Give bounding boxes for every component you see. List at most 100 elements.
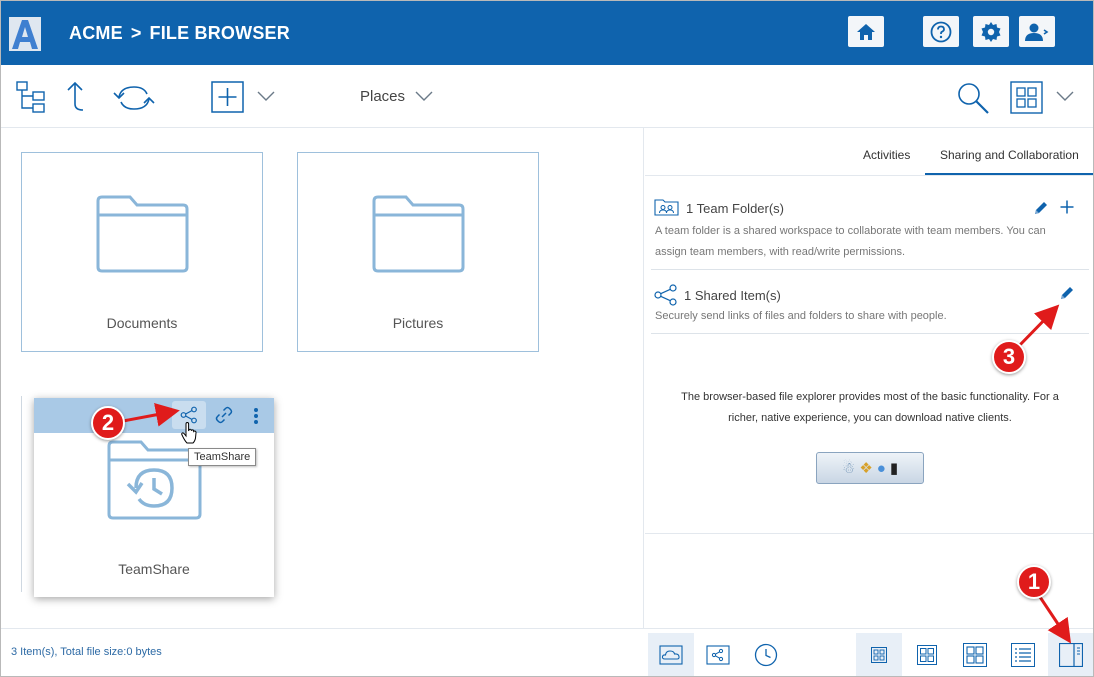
view-dropdown[interactable]: [1056, 89, 1074, 103]
chevron-down-icon: [1056, 91, 1074, 101]
section-divider: [651, 333, 1089, 334]
shared-view-button[interactable]: [695, 633, 741, 676]
places-menu[interactable]: Places: [360, 88, 405, 105]
callout-badge: 3: [992, 340, 1026, 374]
share-icon: [706, 645, 730, 665]
apple-icon[interactable]: ●: [877, 460, 886, 477]
team-folders-desc-line1: A team folder is a shared workspace to c…: [655, 225, 1046, 237]
chevron-down-icon: [415, 91, 433, 101]
medium-grid-icon: [917, 645, 937, 665]
up-arrow-icon: [67, 81, 84, 111]
add-team-folder-icon[interactable]: [1060, 200, 1074, 214]
new-item-button[interactable]: [211, 81, 244, 113]
search-icon: [958, 83, 989, 114]
search-button[interactable]: [956, 81, 990, 115]
link-icon: [215, 406, 233, 424]
panel-divider: [645, 533, 1093, 534]
small-icons-view-button[interactable]: [856, 633, 902, 676]
status-text: 3 Item(s), Total file size:0 bytes: [11, 646, 162, 658]
plus-icon: [211, 81, 244, 113]
folder-label: Pictures: [392, 315, 444, 331]
share-icon: [654, 284, 677, 306]
info-line-2: richer, native experience, you can downl…: [728, 412, 1012, 424]
edit-team-folders-icon[interactable]: [1033, 200, 1049, 216]
edit-shared-items-icon[interactable]: [1059, 285, 1075, 301]
windows-icon[interactable]: ❖: [859, 459, 872, 477]
side-panel-icon: [1059, 643, 1083, 667]
toolbar: Places: [1, 65, 1093, 128]
folder-tree-icon: [16, 81, 45, 113]
app-window: ACME > FILE BROWSER Places Documents Pic…: [0, 0, 1094, 677]
shared-items-description: Securely send links of files and folders…: [655, 310, 947, 322]
breadcrumb: ACME > FILE BROWSER: [69, 23, 290, 44]
clock-icon: [754, 643, 778, 667]
team-folders-description: A team folder is a shared workspace to c…: [655, 221, 1046, 263]
copy-link-button[interactable]: [213, 404, 235, 426]
acme-logo[interactable]: [9, 17, 41, 51]
active-tab-indicator: [925, 173, 1093, 175]
tab-activities[interactable]: Activities: [863, 148, 910, 162]
divider: [21, 396, 22, 592]
folder-card-teamshare[interactable]: TeamShare: [34, 398, 274, 597]
folder-label: TeamShare: [118, 561, 190, 577]
section-divider: [651, 269, 1089, 270]
cloud-icon: [659, 645, 683, 665]
gear-icon: [981, 21, 1001, 42]
folder-card-pictures[interactable]: Pictures: [297, 152, 539, 352]
folder-card-documents[interactable]: Documents: [21, 152, 263, 352]
large-grid-icon: [963, 643, 987, 667]
callout-badge: 2: [91, 406, 125, 440]
home-button[interactable]: [848, 16, 884, 47]
team-folders-title: 1 Team Folder(s): [686, 201, 785, 216]
breadcrumb-separator: >: [130, 23, 142, 43]
file-grid: Documents Pictures TeamShare TeamShare: [1, 128, 644, 628]
folder-tree-button[interactable]: [15, 80, 47, 114]
more-vertical-icon: [254, 408, 258, 424]
tooltip: TeamShare: [188, 448, 257, 466]
more-options-button[interactable]: [249, 406, 263, 426]
shared-items-title: 1 Shared Item(s): [684, 288, 781, 303]
toggle-info-panel-button[interactable]: [1048, 633, 1093, 676]
new-item-dropdown[interactable]: [257, 89, 275, 103]
folder-label: Documents: [106, 315, 178, 331]
medium-icons-view-button[interactable]: [904, 633, 950, 676]
recent-view-button[interactable]: [743, 633, 789, 676]
help-button[interactable]: [923, 16, 959, 47]
panel-tabs: Activities Sharing and Collaboration: [645, 128, 1093, 176]
breadcrumb-title: FILE BROWSER: [149, 23, 290, 43]
info-line-1: The browser-based file explorer provides…: [681, 391, 1059, 403]
user-account-button[interactable]: [1019, 16, 1055, 47]
native-clients-info: The browser-based file explorer provides…: [657, 387, 1083, 429]
refresh-button[interactable]: [113, 83, 155, 113]
mobile-icon[interactable]: ▮: [890, 459, 898, 477]
team-folders-desc-line2: assign team members, with read/write per…: [655, 246, 906, 258]
refresh-icon: [113, 86, 155, 110]
breadcrumb-brand[interactable]: ACME: [69, 23, 123, 43]
up-folder-button[interactable]: [63, 80, 89, 114]
small-grid-icon: [871, 647, 887, 663]
team-folder-icon: [654, 199, 679, 216]
folder-icon: [96, 195, 189, 273]
cloud-view-button[interactable]: [648, 633, 694, 676]
desktop-client-icon[interactable]: ☃: [842, 459, 855, 477]
callout-badge: 1: [1017, 565, 1051, 599]
tab-sharing-and-collaboration[interactable]: Sharing and Collaboration: [940, 148, 1079, 162]
app-header: ACME > FILE BROWSER: [1, 1, 1093, 65]
help-icon: [930, 21, 952, 42]
card-action-bar: [34, 398, 274, 433]
info-panel: Activities Sharing and Collaboration 1 T…: [645, 128, 1093, 628]
home-icon: [857, 23, 875, 40]
settings-button[interactable]: [973, 16, 1009, 47]
places-dropdown[interactable]: [415, 89, 433, 103]
native-clients-bar: ☃ ❖ ● ▮: [816, 452, 924, 484]
status-bar: 3 Item(s), Total file size:0 bytes: [1, 628, 1093, 676]
list-view-button[interactable]: [1000, 633, 1046, 676]
hand-cursor-icon: [181, 422, 197, 444]
user-icon: [1025, 23, 1049, 41]
list-icon: [1011, 643, 1035, 667]
folder-icon: [372, 195, 465, 273]
grid-view-icon: [1010, 81, 1043, 114]
chevron-down-icon: [257, 91, 275, 101]
view-toggle-button[interactable]: [1010, 81, 1043, 114]
large-icons-view-button[interactable]: [952, 633, 998, 676]
